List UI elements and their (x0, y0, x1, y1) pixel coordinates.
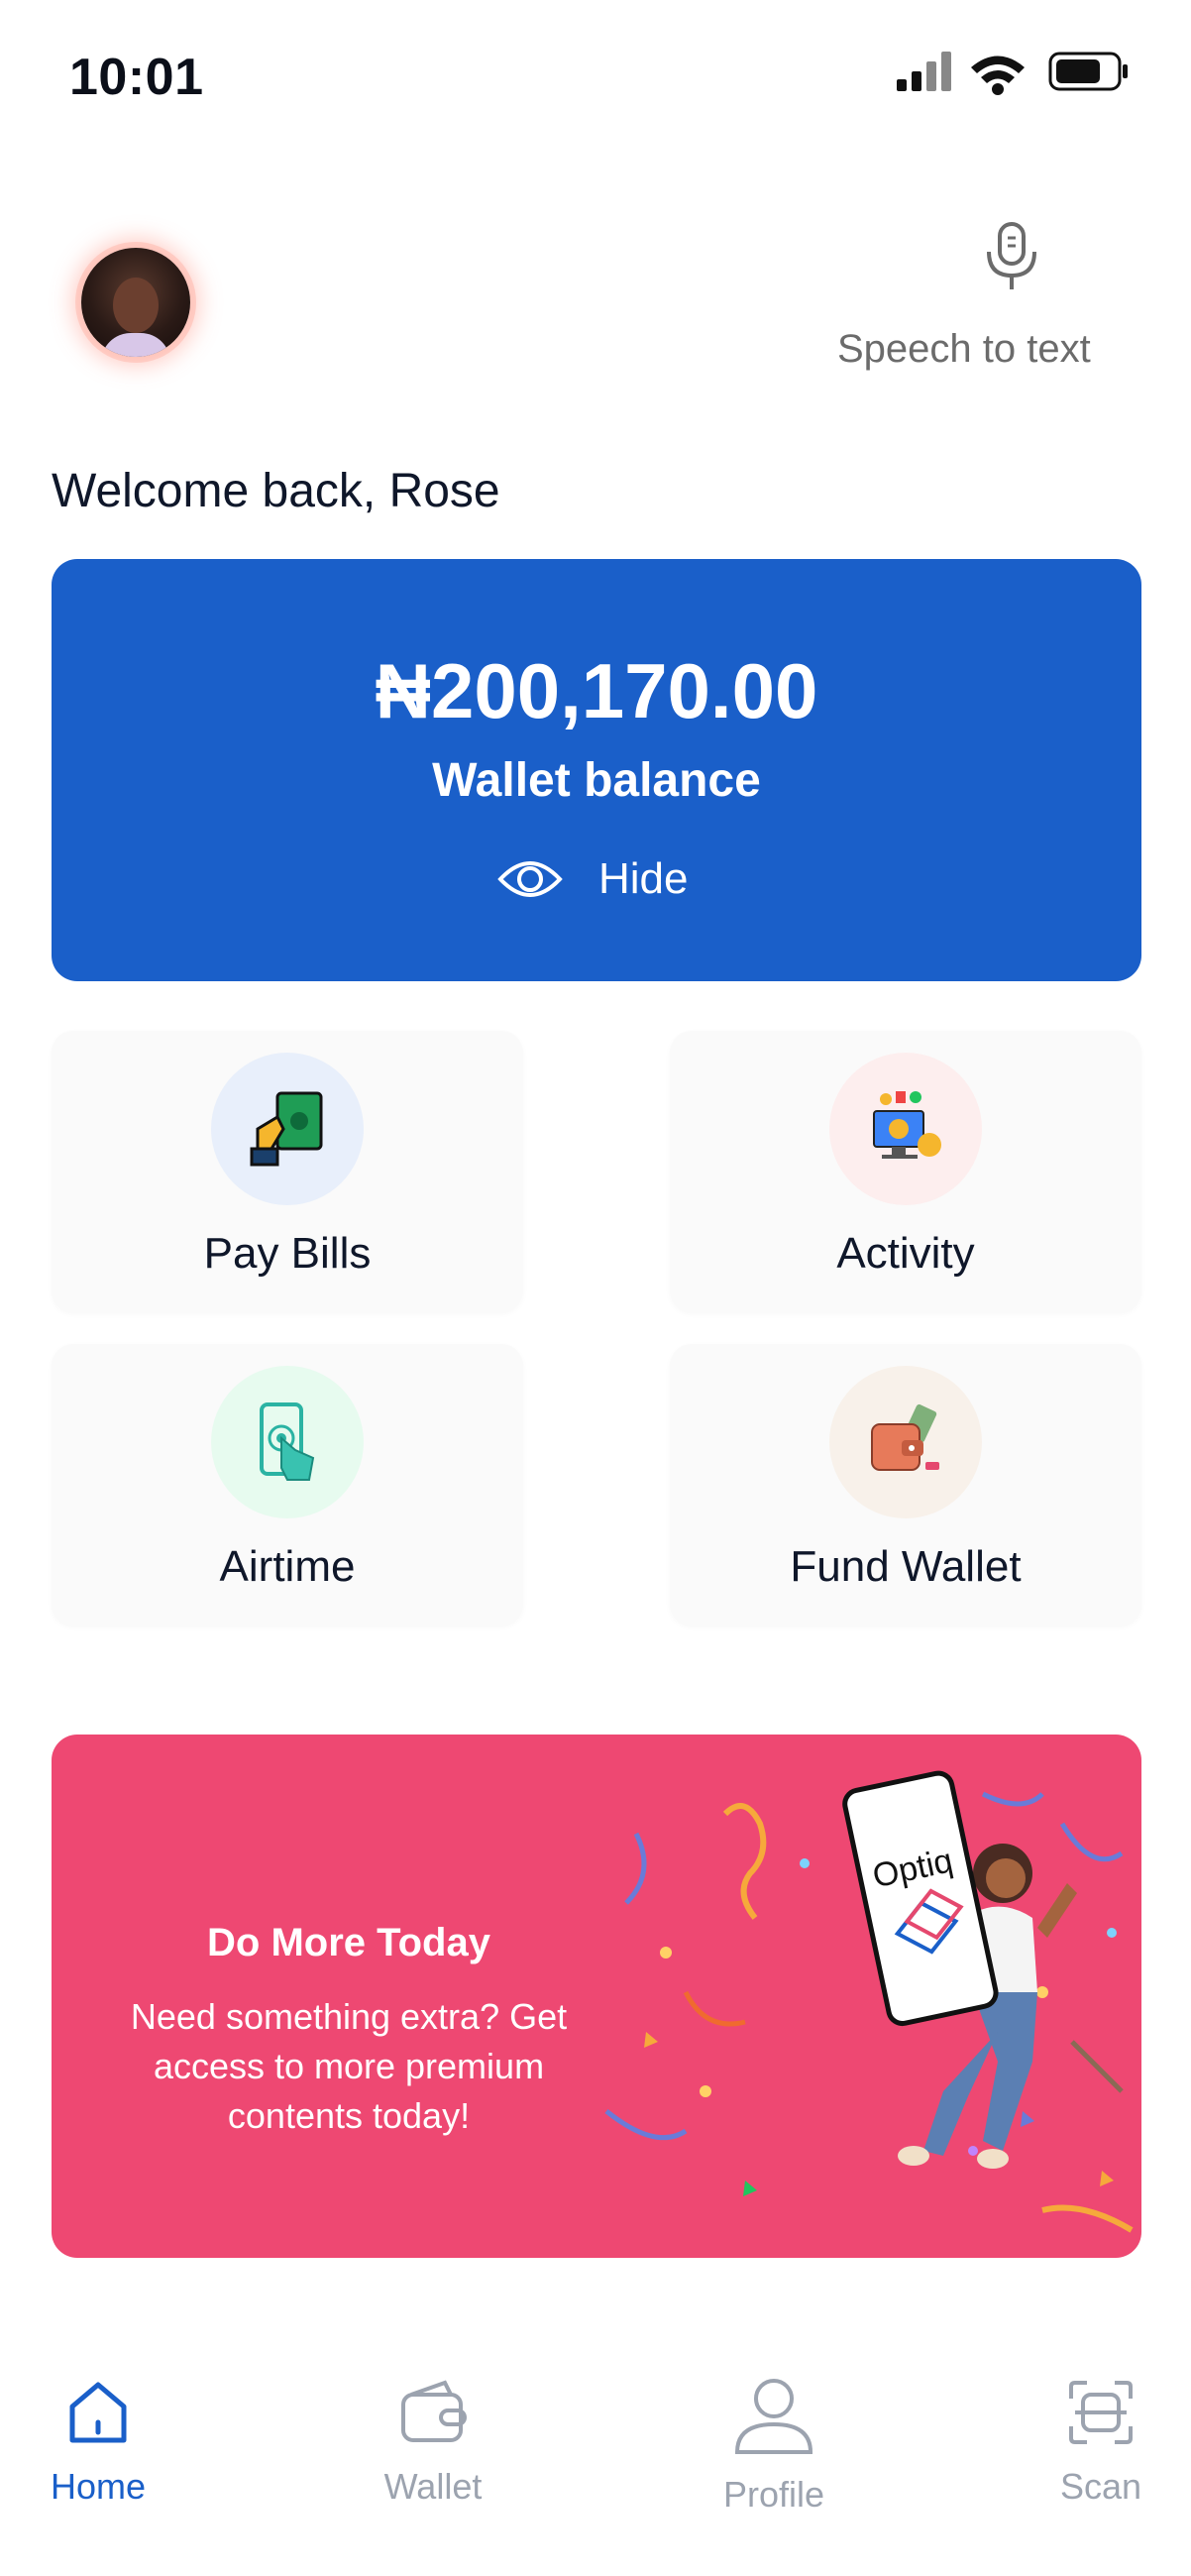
avatar-face (113, 278, 159, 333)
status-icons (897, 52, 1128, 95)
microphone-icon[interactable] (981, 220, 1042, 291)
airtime-label: Airtime (219, 1542, 356, 1591)
signal-icon (897, 52, 951, 91)
avatar[interactable] (81, 248, 190, 357)
hide-balance-button[interactable]: Hide (497, 846, 735, 912)
promo-title: Do More Today (207, 1921, 490, 1964)
airtime-tile[interactable]: Airtime (52, 1344, 523, 1625)
airtime-icon (260, 1402, 315, 1481)
nav-home[interactable]: Home (14, 2377, 182, 2535)
fund-wallet-circle (829, 1366, 982, 1518)
promo-banner[interactable]: Optiq Do More Today Need something extra… (52, 1735, 1141, 2258)
welcome-message: Welcome back, Rose (52, 465, 500, 517)
activity-label: Activity (836, 1229, 975, 1278)
hide-label: Hide (598, 854, 689, 903)
scan-icon (1069, 2381, 1133, 2444)
status-time: 10:01 (69, 49, 204, 106)
activity-circle (829, 1053, 982, 1205)
nav-profile[interactable]: Profile (690, 2377, 858, 2535)
profile-icon (734, 2379, 813, 2454)
bottom-navigation: Home Wallet Profile Scan (0, 2339, 1191, 2576)
nav-scan-label: Scan (1059, 2466, 1142, 2507)
wallet-balance-label: Wallet balance (432, 754, 761, 807)
activity-icon (873, 1091, 941, 1159)
wallet-icon (401, 2380, 467, 2442)
wallet-balance-card: ₦200,170.00 Wallet balance Hide (52, 559, 1141, 981)
nav-home-label: Home (50, 2466, 147, 2507)
activity-tile[interactable]: Activity (670, 1031, 1141, 1312)
speech-to-text-label[interactable]: Speech to text (837, 327, 1091, 372)
wallet-amount: ₦200,170.00 (375, 647, 818, 734)
promo-body: Need something extra? Get access to more… (130, 1996, 568, 2136)
pay-bills-icon (250, 1091, 323, 1167)
fund-wallet-tile[interactable]: Fund Wallet (670, 1344, 1141, 1625)
wifi-icon (971, 56, 1025, 95)
airtime-circle (211, 1366, 364, 1518)
fund-wallet-label: Fund Wallet (790, 1542, 1022, 1591)
nav-wallet[interactable]: Wallet (349, 2377, 517, 2535)
pay-bills-circle (211, 1053, 364, 1205)
nav-wallet-label: Wallet (383, 2466, 483, 2507)
nav-scan[interactable]: Scan (1017, 2377, 1185, 2535)
pay-bills-label: Pay Bills (203, 1229, 372, 1278)
nav-profile-label: Profile (722, 2474, 825, 2515)
fund-wallet-icon (871, 1403, 939, 1471)
eye-icon (497, 861, 563, 897)
pay-bills-tile[interactable]: Pay Bills (52, 1031, 523, 1312)
home-icon (69, 2382, 127, 2443)
avatar-shirt (101, 333, 170, 357)
battery-icon (1048, 52, 1128, 91)
